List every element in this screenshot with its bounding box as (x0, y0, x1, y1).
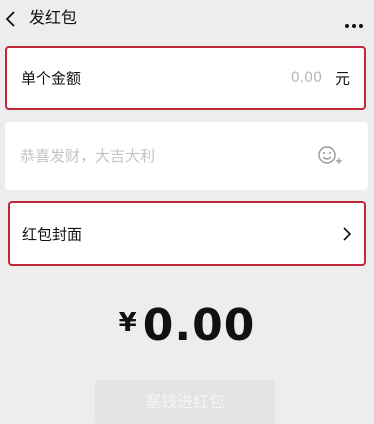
amount-unit: 元 (334, 69, 350, 88)
amount-label: 单个金额 (21, 69, 82, 88)
currency-symbol: ¥ (118, 308, 137, 338)
chevron-right-icon[interactable] (342, 226, 352, 242)
total-value: 0.00 (142, 300, 256, 351)
page-title: 发红包 (29, 8, 78, 27)
amount-row[interactable]: 单个金额 0.00 元 (5, 46, 366, 110)
blessing-row[interactable] (5, 122, 368, 190)
more-dots-icon[interactable] (344, 14, 364, 28)
chevron-left-icon[interactable] (4, 10, 18, 28)
cover-row[interactable]: 红包封面 (8, 201, 366, 266)
emoji-icon[interactable] (317, 145, 343, 167)
cover-label: 红包封面 (22, 225, 83, 243)
submit-button[interactable]: 塞钱进红包 (95, 380, 275, 424)
top-bar: 发红包 (0, 0, 374, 38)
blessing-input[interactable] (20, 147, 290, 165)
total-amount: ¥0.00 (0, 300, 374, 351)
amount-input[interactable]: 0.00 (291, 70, 322, 86)
